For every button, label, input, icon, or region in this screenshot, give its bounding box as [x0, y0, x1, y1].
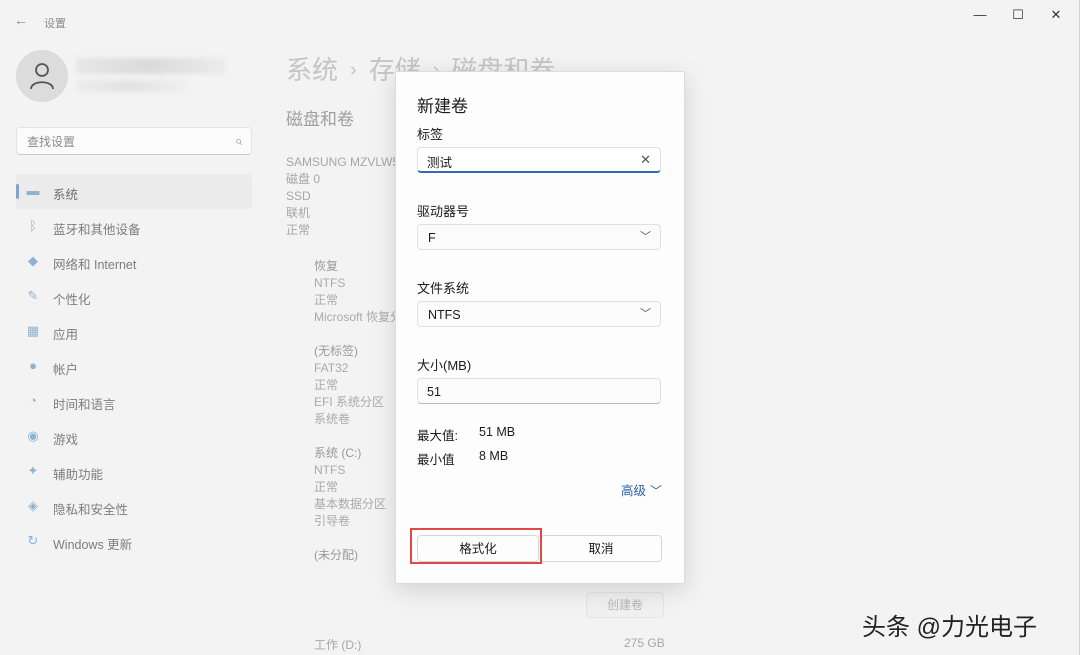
clear-icon[interactable]: ✕	[640, 152, 651, 168]
chevron-down-icon: ﹀	[640, 308, 651, 320]
sidebar-item-5[interactable]: ● 帐户	[16, 349, 252, 384]
wifi-icon: ◆	[28, 253, 38, 268]
dialog-title: 新建卷	[417, 97, 468, 116]
new-volume-dialog: 新建卷 标签 ✕ 驱动器号 F ﹀ 文件系统 NTFS ﹀ 大小(MB) 最大值…	[395, 71, 685, 584]
size-field[interactable]	[417, 378, 661, 404]
blurred-username	[76, 58, 226, 74]
disk-model: SAMSUNG MZVLW5	[286, 155, 400, 169]
close-button[interactable]: ✕	[1036, 6, 1076, 24]
max-size-row: 最大值: 51 MB	[417, 425, 515, 444]
disk-status: 联机	[286, 206, 311, 220]
file-system-select[interactable]: NTFS ﹀	[417, 301, 661, 327]
sidebar-item-label: 个性化	[53, 293, 91, 307]
update-icon: ↻	[27, 533, 39, 548]
advanced-label: 高级	[621, 484, 647, 498]
sidebar-item-10[interactable]: ↻ Windows 更新	[16, 524, 252, 559]
sidebar-item-6[interactable]: ◔ 时间和语言	[16, 384, 252, 419]
sidebar-item-label: 网络和 Internet	[53, 258, 137, 272]
file-system-caption: 文件系统	[417, 281, 470, 296]
brush-icon: ✎	[27, 288, 39, 303]
blurred-email	[76, 80, 186, 92]
drive-letter-select[interactable]: F ﹀	[417, 224, 661, 250]
min-size-row: 最小值 8 MB	[417, 449, 508, 468]
sidebar-item-1[interactable]: ᛒ 蓝牙和其他设备	[16, 209, 252, 244]
minimize-button[interactable]: —	[960, 6, 1000, 24]
work-volume-size: 275 GB	[624, 636, 665, 650]
time-language-icon: ◔	[29, 393, 37, 408]
sidebar-nav: ▬ 系统 ᛒ 蓝牙和其他设备 ◆ 网络和 Internet ✎ 个性化 ▦ 应用 ● 帐户 ◔ 时间和语言…	[16, 174, 252, 559]
sidebar-item-label: 蓝牙和其他设备	[53, 223, 141, 237]
max-size-value: 51 MB	[479, 425, 516, 439]
bluetooth-icon: ᛒ	[29, 218, 37, 233]
maximize-button[interactable]: ☐	[998, 6, 1038, 24]
drive-letter-value: F	[428, 231, 436, 245]
section-title: 磁盘和卷	[286, 110, 354, 129]
back-icon[interactable]: ←	[14, 12, 28, 28]
label-caption: 标签	[417, 127, 444, 142]
sidebar-item-0[interactable]: ▬ 系统	[16, 174, 252, 209]
size-caption: 大小(MB)	[417, 358, 472, 373]
chevron-right-icon: ›	[350, 59, 357, 81]
avatar[interactable]	[16, 50, 68, 102]
sidebar-item-label: 应用	[53, 328, 79, 342]
selection-indicator	[16, 184, 19, 199]
sidebar-item-label: 辅助功能	[53, 468, 104, 482]
sidebar-item-label: 游戏	[53, 433, 79, 447]
search-input[interactable]	[25, 132, 219, 152]
watermark: 头条 @力光电子	[862, 614, 1038, 641]
chevron-down-icon: ﹀	[650, 484, 663, 498]
account-icon: ●	[29, 358, 37, 373]
user-icon	[30, 63, 54, 90]
sidebar-item-label: 帐户	[53, 363, 79, 377]
advanced-toggle[interactable]: 高级 ﹀	[621, 480, 662, 499]
sidebar-item-2[interactable]: ◆ 网络和 Internet	[16, 244, 252, 279]
breadcrumb-item-system[interactable]: 系统	[286, 55, 338, 85]
sidebar-item-8[interactable]: ✦ 辅助功能	[16, 454, 252, 489]
max-size-label: 最大值:	[417, 429, 458, 443]
drive-letter-caption: 驱动器号	[417, 204, 470, 219]
min-size-value: 8 MB	[479, 449, 509, 463]
settings-window: ← 设置 — ☐ ✕ ⌕ ▬ 系统 ᛒ 蓝牙和其他设备 ◆ 网络和 Internet ✎ 个性…	[0, 0, 1080, 655]
gaming-icon: ◉	[27, 428, 39, 443]
system-icon: ▬	[26, 183, 40, 198]
sidebar-item-3[interactable]: ✎ 个性化	[16, 279, 252, 314]
label-field[interactable]: ✕	[417, 147, 661, 173]
disk-info: SAMSUNG MZVLW5 磁盘 0 SSD 联机 正常	[286, 154, 399, 239]
min-size-label: 最小值	[417, 453, 455, 467]
cancel-button[interactable]: 取消	[540, 535, 662, 562]
chevron-down-icon: ﹀	[640, 231, 651, 243]
search-icon[interactable]: ⌕	[235, 133, 242, 149]
create-volume-button[interactable]: 创建卷	[586, 592, 664, 618]
search-box[interactable]: ⌕	[16, 127, 252, 155]
disk-health: 正常	[286, 223, 311, 237]
app-title: 设置	[44, 18, 66, 30]
disk-type: SSD	[286, 189, 311, 203]
sidebar-item-label: Windows 更新	[53, 538, 133, 552]
sidebar-item-9[interactable]: ◈ 隐私和安全性	[16, 489, 252, 524]
sidebar-item-label: 系统	[53, 188, 79, 202]
sidebar-item-label: 时间和语言	[53, 398, 116, 412]
sidebar-item-4[interactable]: ▦ 应用	[16, 314, 252, 349]
file-system-value: NTFS	[428, 308, 461, 322]
disk-number: 磁盘 0	[286, 172, 321, 186]
sidebar-item-label: 隐私和安全性	[53, 503, 129, 517]
accessibility-icon: ✦	[27, 463, 39, 478]
work-volume-label: 工作 (D:)	[314, 638, 362, 652]
sidebar-item-7[interactable]: ◉ 游戏	[16, 419, 252, 454]
shield-icon: ◈	[28, 498, 38, 513]
size-input[interactable]	[427, 383, 627, 401]
title-bar: ← 设置 — ☐ ✕	[0, 0, 1080, 44]
label-input[interactable]	[427, 152, 627, 170]
apps-icon: ▦	[26, 323, 40, 338]
red-highlight-box	[410, 528, 542, 564]
